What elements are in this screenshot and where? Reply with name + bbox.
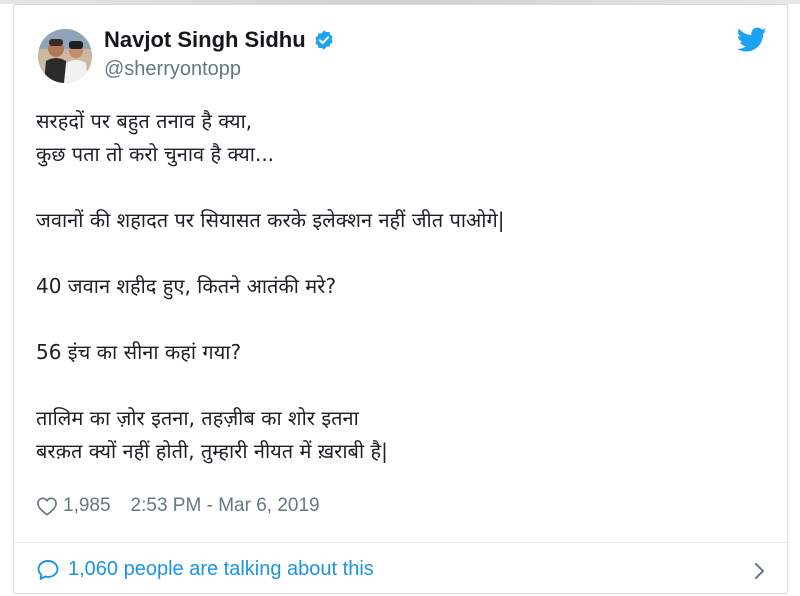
tweet-line: तालिम का ज़ोर इतना, तहज़ीब का शोर इतना — [36, 406, 359, 430]
tweet-line: बरक़त क्यों नहीं होती, तुम्हारी नीयत में… — [36, 439, 388, 463]
heart-icon[interactable] — [36, 496, 58, 516]
verified-badge-icon — [313, 29, 335, 51]
tweet-line: सरहदों पर बहुत तनाव है क्या, — [36, 109, 253, 133]
tweet-timestamp[interactable]: 2:53 PM - Mar 6, 2019 — [131, 495, 320, 517]
divider — [14, 542, 787, 543]
chat-bubble-icon — [36, 559, 60, 581]
tweet-line: 56 इंच का सीना कहां गया? — [36, 340, 242, 364]
chevron-right-icon[interactable] — [753, 560, 767, 582]
author-name[interactable]: Navjot Singh Sidhu — [104, 27, 306, 53]
avatar[interactable] — [38, 29, 92, 83]
twitter-bird-icon[interactable] — [736, 27, 767, 53]
tweet-meta: 1,985 2:53 PM - Mar 6, 2019 — [36, 495, 320, 517]
talking-about-link[interactable]: 1,060 people are talking about this — [36, 558, 767, 581]
tweet-line: 40 जवान शहीद हुए, कितने आतंकी मरे? — [36, 274, 337, 298]
author-handle[interactable]: @sherryontopp — [104, 58, 335, 81]
avatar-photo — [38, 29, 92, 83]
tweet-line: जवानों की शहादत पर सियासत करके इलेक्शन न… — [36, 208, 505, 232]
tweet-text: सरहदों पर बहुत तनाव है क्या, कुछ पता तो … — [36, 105, 756, 468]
like-count[interactable]: 1,985 — [63, 495, 111, 517]
talking-about-label[interactable]: 1,060 people are talking about this — [68, 558, 374, 581]
author-block: Navjot Singh Sidhu @sherryontopp — [104, 27, 335, 81]
tweet-line: कुछ पता तो करो चुनाव है क्या... — [36, 142, 275, 166]
tweet-card[interactable]: Navjot Singh Sidhu @sherryontopp सरहदों … — [13, 4, 788, 594]
